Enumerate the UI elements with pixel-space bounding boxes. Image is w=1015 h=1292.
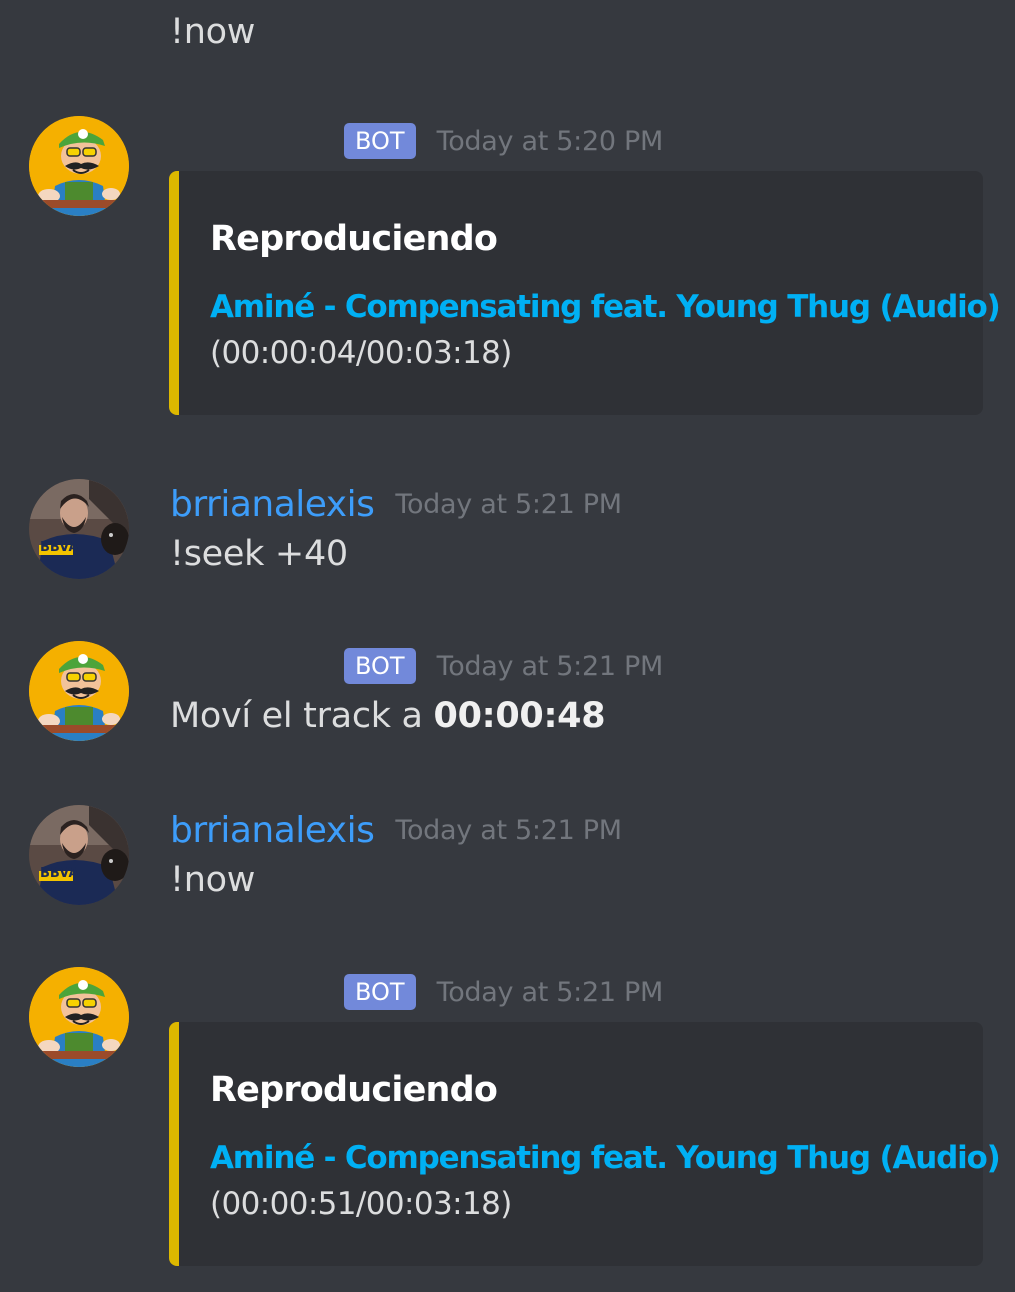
user-username[interactable]: brrianalexis [170,484,375,525]
embed-track-link[interactable]: Aminé - Compensating feat. Young Thug (A… [210,1140,1001,1176]
message-text: !now [170,12,256,52]
luigi-avatar-icon [29,641,129,741]
user-photo-icon [29,479,129,579]
user-avatar[interactable]: BBVA [29,805,129,905]
luigi-avatar-icon [29,967,129,1067]
bot-tag-badge: BOT [344,974,416,1010]
message-timestamp[interactable]: Today at 5:21 PM [437,651,664,682]
message-header: brrianalexis Today at 5:21 PM [170,808,622,852]
embed-progress-text: (00:00:04/00:03:18) [210,335,512,371]
message-text: !now [170,860,256,900]
bot-avatar[interactable] [29,967,129,1067]
message-text: !seek +40 [170,534,348,574]
bot-avatar[interactable] [29,116,129,216]
bot-tag-badge: BOT [344,123,416,159]
embed-title: Reproduciendo [210,219,498,259]
message-timestamp[interactable]: Today at 5:21 PM [395,489,622,520]
now-playing-embed: Reproduciendo Aminé - Compensating feat.… [169,171,1001,415]
user-username[interactable]: brrianalexis [170,810,375,851]
seek-reply-prefix: Moví el track a [170,696,434,736]
embed-title: Reproduciendo [210,1070,498,1110]
message-timestamp[interactable]: Today at 5:21 PM [395,815,622,846]
luigi-avatar-icon [29,116,129,216]
embed-track-link[interactable]: Aminé - Compensating feat. Young Thug (A… [210,289,1001,325]
bot-tag-badge: BOT [344,648,416,684]
message-header: brrianalexis Today at 5:21 PM [170,482,622,526]
message-header: BOT Today at 5:21 PM [170,970,663,1014]
user-avatar[interactable]: BBVA [29,479,129,579]
seek-reply-time: 00:00:48 [433,696,606,736]
message-timestamp[interactable]: Today at 5:20 PM [437,126,664,157]
message-header: BOT Today at 5:20 PM [170,119,663,163]
avatar-badge-text: BBVA [40,866,79,881]
user-photo-icon [29,805,129,905]
embed-progress-text: (00:00:51/00:03:18) [210,1186,512,1222]
message-timestamp[interactable]: Today at 5:21 PM [437,977,664,1008]
chat-log: !now BOT Today at 5:20 PM Reproduciendo … [0,0,1015,1292]
message-text: Moví el track a 00:00:48 [170,696,606,736]
message-header: BOT Today at 5:21 PM [170,644,663,688]
bot-avatar[interactable] [29,641,129,741]
avatar-badge-text: BBVA [40,540,79,555]
now-playing-embed: Reproduciendo Aminé - Compensating feat.… [169,1022,1001,1266]
